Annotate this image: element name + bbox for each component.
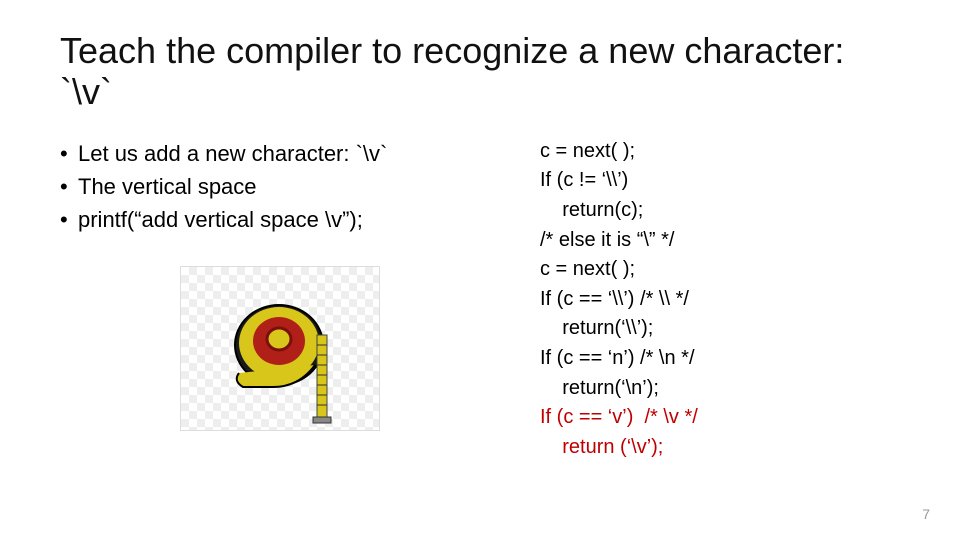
left-column: • Let us add a new character: `\v` • The… <box>60 137 500 463</box>
code-line-highlight: return (‘\v’); <box>540 436 663 458</box>
code-line: If (c == ‘n’) /* \n */ <box>540 347 695 369</box>
bullet-text: Let us add a new character: `\v` <box>78 137 387 170</box>
bullet-dot-icon: • <box>60 170 78 203</box>
code-line: return(‘\n’); <box>540 377 659 399</box>
bullet-list: • Let us add a new character: `\v` • The… <box>60 137 500 236</box>
tape-measure-image <box>180 266 380 431</box>
code-line: c = next( ); <box>540 258 635 280</box>
code-line-highlight: If (c == ‘v’) /* \v */ <box>540 406 698 428</box>
bullet-item: • printf(“add vertical space \v”); <box>60 203 500 236</box>
code-line: If (c == ‘\\’) /* \\ */ <box>540 288 689 310</box>
code-block: c = next( ); If (c != ‘\\’) return(c); /… <box>540 137 900 463</box>
code-line: If (c != ‘\\’) <box>540 169 628 191</box>
bullet-dot-icon: • <box>60 137 78 170</box>
content-columns: • Let us add a new character: `\v` • The… <box>60 137 900 463</box>
right-column: c = next( ); If (c != ‘\\’) return(c); /… <box>540 137 900 463</box>
code-line: return(c); <box>540 199 643 221</box>
slide: Teach the compiler to recognize a new ch… <box>0 0 960 540</box>
bullet-text: The vertical space <box>78 170 257 203</box>
code-line: c = next( ); <box>540 140 635 162</box>
bullet-item: • The vertical space <box>60 170 500 203</box>
bullet-text: printf(“add vertical space \v”); <box>78 203 363 236</box>
slide-title: Teach the compiler to recognize a new ch… <box>60 30 900 113</box>
bullet-dot-icon: • <box>60 203 78 236</box>
bullet-item: • Let us add a new character: `\v` <box>60 137 500 170</box>
code-line: return(‘\\’); <box>540 317 653 339</box>
tape-measure-icon <box>229 295 349 425</box>
code-line: /* else it is “\” */ <box>540 229 674 251</box>
page-number: 7 <box>922 506 930 522</box>
image-container <box>60 266 500 431</box>
